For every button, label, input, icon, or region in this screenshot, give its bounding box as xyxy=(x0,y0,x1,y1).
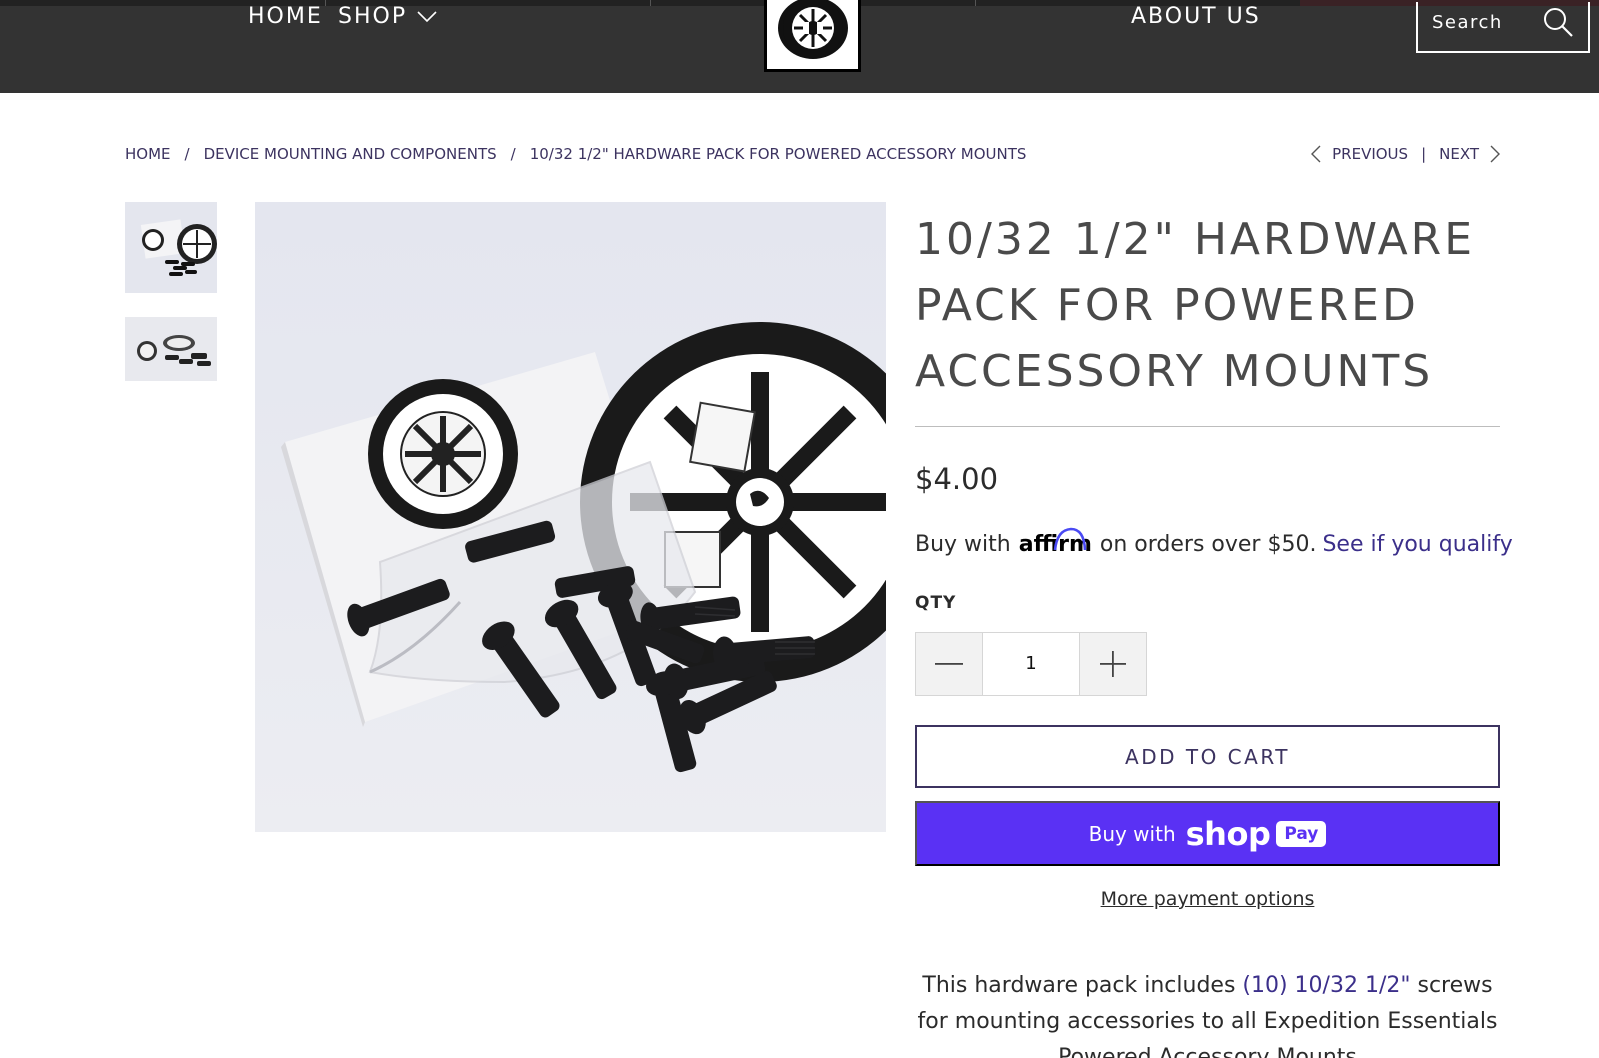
site-header: HOME SHOP ABOUT US xyxy=(0,0,1599,93)
breadcrumb-separator: / xyxy=(510,145,516,163)
search-input[interactable] xyxy=(1432,12,1542,33)
product-photo xyxy=(255,202,886,832)
shop-pay-button[interactable]: Buy with shop Pay xyxy=(915,801,1500,866)
product-title-line: PACK FOR POWERED xyxy=(915,280,1419,331)
next-link[interactable]: NEXT xyxy=(1439,145,1479,163)
shop-pay-badge: Pay xyxy=(1276,820,1327,847)
affirm-logo: affirm xyxy=(1019,527,1092,557)
pager-separator: | xyxy=(1421,145,1427,163)
thumbnail-image xyxy=(125,317,217,381)
minus-icon xyxy=(935,663,963,665)
qty-increase-button[interactable] xyxy=(1080,633,1146,695)
breadcrumb-current: 10/32 1/2" HARDWARE PACK FOR POWERED ACC… xyxy=(529,145,1027,163)
nav-shop-link[interactable]: SHOP xyxy=(338,4,437,29)
product-title: 10/32 1/2" HARDWARE PACK FOR POWERED ACC… xyxy=(915,207,1505,405)
product-title-line: ACCESSORY MOUNTS xyxy=(915,346,1434,397)
top-strip-divider xyxy=(325,0,326,6)
product-pager: PREVIOUS | NEXT xyxy=(1310,145,1501,163)
description-text: This hardware pack includes xyxy=(922,973,1243,998)
qty-label: QTY xyxy=(915,593,957,613)
product-price: $4.00 xyxy=(915,462,999,496)
plus-icon xyxy=(1100,651,1126,677)
product-main-image[interactable] xyxy=(255,202,886,832)
add-to-cart-button[interactable]: ADD TO CART xyxy=(915,725,1500,788)
product-thumbnail-1[interactable] xyxy=(125,202,217,293)
search-icon[interactable] xyxy=(1542,6,1574,38)
nav-about-link[interactable]: ABOUT US xyxy=(1131,4,1261,29)
previous-link[interactable]: PREVIOUS xyxy=(1332,145,1408,163)
nav-home-link[interactable]: HOME xyxy=(248,4,323,29)
thumbnail-image xyxy=(125,202,217,293)
site-logo[interactable] xyxy=(764,0,861,72)
chevron-right-icon[interactable] xyxy=(1489,145,1501,163)
top-strip-divider xyxy=(650,0,651,6)
product-thumbnail-2[interactable] xyxy=(125,317,217,381)
qty-decrease-button[interactable] xyxy=(916,633,982,695)
breadcrumb: HOME / DEVICE MOUNTING AND COMPONENTS / … xyxy=(125,145,1026,163)
logo-emblem xyxy=(777,0,848,59)
breadcrumb-category[interactable]: DEVICE MOUNTING AND COMPONENTS xyxy=(204,145,497,163)
quantity-stepper: 1 xyxy=(915,632,1147,696)
chevron-left-icon[interactable] xyxy=(1310,145,1322,163)
product-description: This hardware pack includes (10) 10/32 1… xyxy=(915,968,1500,1058)
nav-shop-label: SHOP xyxy=(338,4,408,29)
top-strip-divider xyxy=(975,0,976,6)
breadcrumb-separator: / xyxy=(184,145,190,163)
more-payment-options-link[interactable]: More payment options xyxy=(915,888,1500,910)
breadcrumb-home[interactable]: HOME xyxy=(125,145,171,163)
title-divider xyxy=(915,426,1500,427)
affirm-arc-icon xyxy=(1053,527,1087,551)
affirm-promo: Buy with affirm on orders over $50. See … xyxy=(915,527,1513,557)
affirm-suffix: on orders over $50. xyxy=(1099,532,1317,557)
compass-emblem-icon xyxy=(782,0,843,58)
affirm-qualify-link[interactable]: See if you qualify xyxy=(1322,532,1512,557)
chevron-down-icon xyxy=(417,10,437,22)
search-box[interactable] xyxy=(1416,2,1590,53)
qty-input[interactable]: 1 xyxy=(982,633,1080,695)
shop-pay-prefix: Buy with xyxy=(1088,821,1176,846)
affirm-prefix: Buy with xyxy=(915,532,1011,557)
description-highlight: (10) 10/32 1/2" xyxy=(1242,973,1411,998)
shop-pay-brand: shop xyxy=(1185,814,1271,853)
product-title-line: 10/32 1/2" HARDWARE xyxy=(915,214,1476,265)
